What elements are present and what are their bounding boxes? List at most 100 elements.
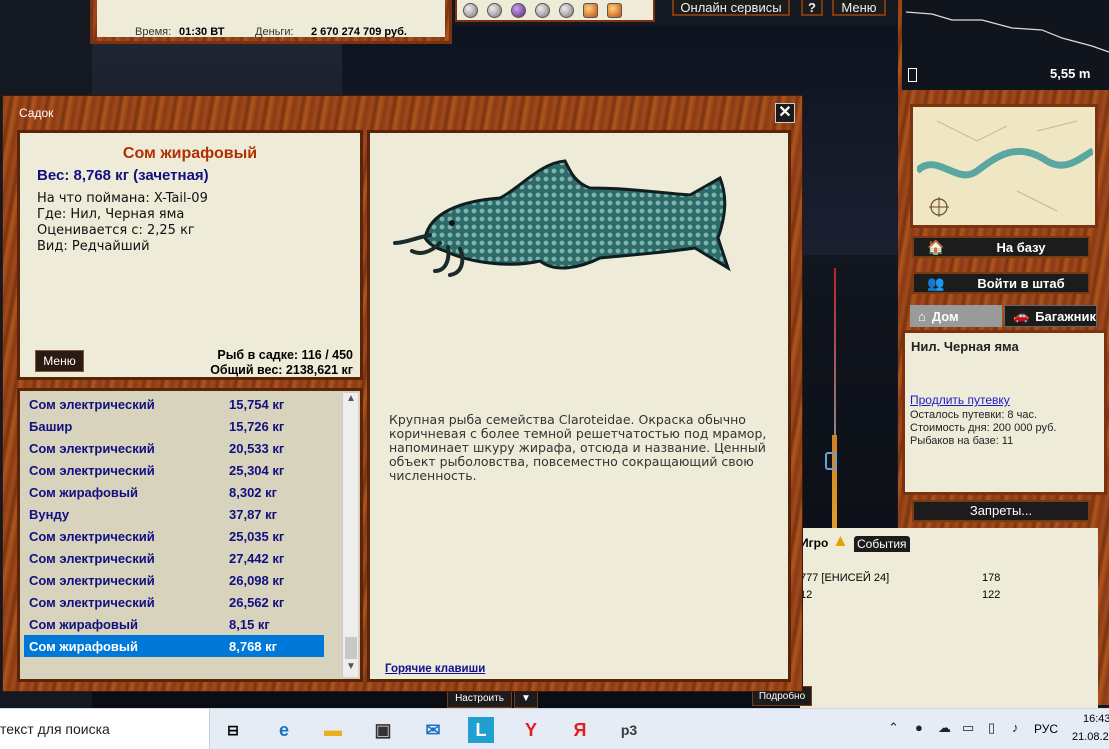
bait-slot-icon[interactable] bbox=[607, 2, 622, 18]
lure-slot-icon[interactable] bbox=[535, 2, 550, 18]
player-value: 178 bbox=[982, 572, 1001, 584]
lure-bar bbox=[455, 0, 655, 22]
mail-icon[interactable]: ✉ bbox=[420, 717, 446, 743]
l-app-icon[interactable]: L bbox=[468, 717, 494, 743]
fish-list-row[interactable]: Сом жирафовый 8,15 кг bbox=[24, 613, 324, 635]
keepnet-count: Рыб в садке: 116 / 450 bbox=[217, 348, 353, 362]
fish-kind: Вид: Редчайший bbox=[37, 239, 150, 254]
taskbar-search[interactable]: текст для поиска bbox=[0, 709, 210, 749]
fish-picture-panel: Крупная рыба семейства Claroteidae. Окра… bbox=[367, 130, 791, 682]
fish-row-weight: 27,442 кг bbox=[229, 551, 285, 566]
fish-row-name: Сом электрический bbox=[29, 463, 155, 478]
fish-row-name: Сом электрический bbox=[29, 551, 155, 566]
help-button[interactable]: ? bbox=[801, 0, 823, 16]
language-indicator[interactable]: РУС bbox=[1034, 722, 1058, 736]
fish-row-weight: 15,754 кг bbox=[229, 397, 285, 412]
map-image bbox=[917, 111, 1093, 223]
money-value: 2 670 274 709 руб. bbox=[311, 26, 407, 38]
fish-row-weight: 25,304 кг bbox=[229, 463, 285, 478]
tab-home[interactable]: ⌂ Дом bbox=[910, 305, 1002, 327]
trip-remaining: Осталось путевки: 8 час. bbox=[910, 409, 1038, 421]
fish-row-weight: 25,035 кг bbox=[229, 529, 285, 544]
edge-icon[interactable]: e bbox=[271, 717, 297, 743]
game-icon[interactable]: р3 bbox=[616, 717, 642, 743]
scroll-thumb[interactable] bbox=[345, 637, 357, 659]
fish-list-row[interactable]: Сом электрический 26,098 кг bbox=[24, 569, 324, 591]
fish-menu-button[interactable]: Меню bbox=[35, 350, 84, 372]
scroll-up-icon[interactable]: ▲ bbox=[343, 393, 359, 409]
fish-list-row[interactable]: Сом электрический 15,754 кг bbox=[24, 393, 324, 415]
tab-trunk[interactable]: 🚗 Багажник bbox=[1004, 305, 1097, 327]
fishing-rod[interactable] bbox=[832, 435, 837, 535]
extend-trip-link[interactable]: Продлить путевку bbox=[910, 393, 1010, 407]
fish-list-row[interactable]: Вунду 37,87 кг bbox=[24, 503, 324, 525]
lure-slot-icon[interactable] bbox=[487, 2, 502, 18]
bans-button[interactable]: Запреты... bbox=[912, 500, 1090, 522]
cloud-icon[interactable]: ☁ bbox=[938, 720, 951, 736]
enter-hq-button[interactable]: 👥 Войти в штаб bbox=[912, 272, 1090, 294]
fish-row-name: Сом жирафовый bbox=[29, 639, 138, 654]
depth-sounder: 5,55 m bbox=[902, 0, 1109, 90]
tab-events[interactable]: События bbox=[854, 536, 910, 552]
volume-icon[interactable]: ♪ bbox=[1012, 720, 1019, 735]
people-icon: 👥 bbox=[927, 274, 945, 291]
fish-list-row[interactable]: Сом жирафовый 8,768 кг bbox=[24, 635, 324, 657]
list-scrollbar[interactable]: ▲ ▼ bbox=[342, 393, 358, 677]
caught-on: На что поймана: X-Tail-09 bbox=[37, 191, 208, 206]
fish-row-name: Сом электрический bbox=[29, 529, 155, 544]
fish-row-weight: 8,15 кг bbox=[229, 617, 270, 632]
fish-list-row[interactable]: Башир 15,726 кг bbox=[24, 415, 324, 437]
fish-row-name: Башир bbox=[29, 419, 73, 434]
player-value: 122 bbox=[982, 589, 1001, 601]
fish-row-name: Сом электрический bbox=[29, 441, 155, 456]
fish-row-name: Сом электрический bbox=[29, 573, 155, 588]
scroll-down-icon[interactable]: ▼ bbox=[343, 661, 359, 677]
yandex-icon[interactable]: Я bbox=[567, 717, 593, 743]
caught-where: Где: Нил, Черная яма bbox=[37, 207, 185, 222]
keepnet-total-weight: Общий вес: 2138,621 кг bbox=[210, 363, 353, 377]
lure-slot-icon[interactable] bbox=[511, 2, 526, 18]
to-base-button[interactable]: 🏠 На базу bbox=[912, 236, 1090, 258]
player-name[interactable]: 777 [ЕНИСЕЙ 24] bbox=[800, 572, 889, 584]
location-map[interactable] bbox=[910, 104, 1098, 228]
clock-date[interactable]: 21.08.20 bbox=[1072, 731, 1109, 743]
warning-icon: ▲ bbox=[832, 531, 849, 550]
network-icon[interactable]: ▭ bbox=[962, 720, 974, 736]
day-cost: Стоимость дня: 200 000 руб. bbox=[910, 422, 1057, 434]
main-menu-button[interactable]: Меню bbox=[832, 0, 886, 16]
fish-list-row[interactable]: Сом жирафовый 8,302 кг bbox=[24, 481, 324, 503]
online-services-button[interactable]: Онлайн сервисы bbox=[672, 0, 790, 16]
window-title: Садок bbox=[19, 106, 54, 120]
home-icon: ⌂ bbox=[918, 308, 926, 324]
players-panel: Игро ▲ События 777 [ЕНИСЕЙ 24] 178 12 12… bbox=[800, 528, 1098, 708]
time-label: Время: bbox=[135, 26, 172, 38]
fish-list-row[interactable]: Сом электрический 26,562 кг bbox=[24, 591, 324, 613]
clock-time[interactable]: 16:43 bbox=[1083, 713, 1109, 725]
fish-row-weight: 37,87 кг bbox=[229, 507, 278, 522]
fish-row-name: Сом электрический bbox=[29, 397, 155, 412]
fish-list-row[interactable]: Сом электрический 25,035 кг bbox=[24, 525, 324, 547]
file-explorer-icon[interactable]: ▬ bbox=[320, 717, 346, 743]
microphone-icon[interactable]: ● bbox=[915, 720, 923, 735]
battery-tray-icon[interactable]: ▯ bbox=[988, 720, 995, 736]
task-view-icon[interactable]: ⊟ bbox=[220, 717, 246, 743]
bait-slot-icon[interactable] bbox=[583, 2, 598, 18]
fish-list-row[interactable]: Сом электрический 20,533 кг bbox=[24, 437, 324, 459]
fish-list-row[interactable]: Сом электрический 27,442 кг bbox=[24, 547, 324, 569]
yandex-browser-icon[interactable]: Y bbox=[518, 717, 544, 743]
lure-slot-icon[interactable] bbox=[463, 2, 478, 18]
close-button[interactable]: ✕ bbox=[775, 103, 795, 123]
fish-list: Сом электрический 15,754 кг Башир 15,726 кг… bbox=[24, 393, 324, 657]
windows-taskbar: текст для поиска ⊟ e ▬ ▣ ✉ L Y Я р3 ⌃ ● … bbox=[0, 708, 1109, 749]
tray-expand-icon[interactable]: ⌃ bbox=[888, 720, 899, 736]
fish-list-row[interactable]: Сом электрический 25,304 кг bbox=[24, 459, 324, 481]
fish-row-weight: 15,726 кг bbox=[229, 419, 285, 434]
lure-slot-icon[interactable] bbox=[559, 2, 574, 18]
hotkeys-link[interactable]: Горячие клавиши bbox=[385, 663, 485, 675]
store-icon[interactable]: ▣ bbox=[370, 717, 396, 743]
catfish-image bbox=[393, 159, 731, 277]
fish-row-weight: 26,562 кг bbox=[229, 595, 285, 610]
fishing-line bbox=[834, 268, 836, 438]
tab-players[interactable]: Игро bbox=[800, 536, 828, 550]
fish-row-weight: 8,302 кг bbox=[229, 485, 278, 500]
